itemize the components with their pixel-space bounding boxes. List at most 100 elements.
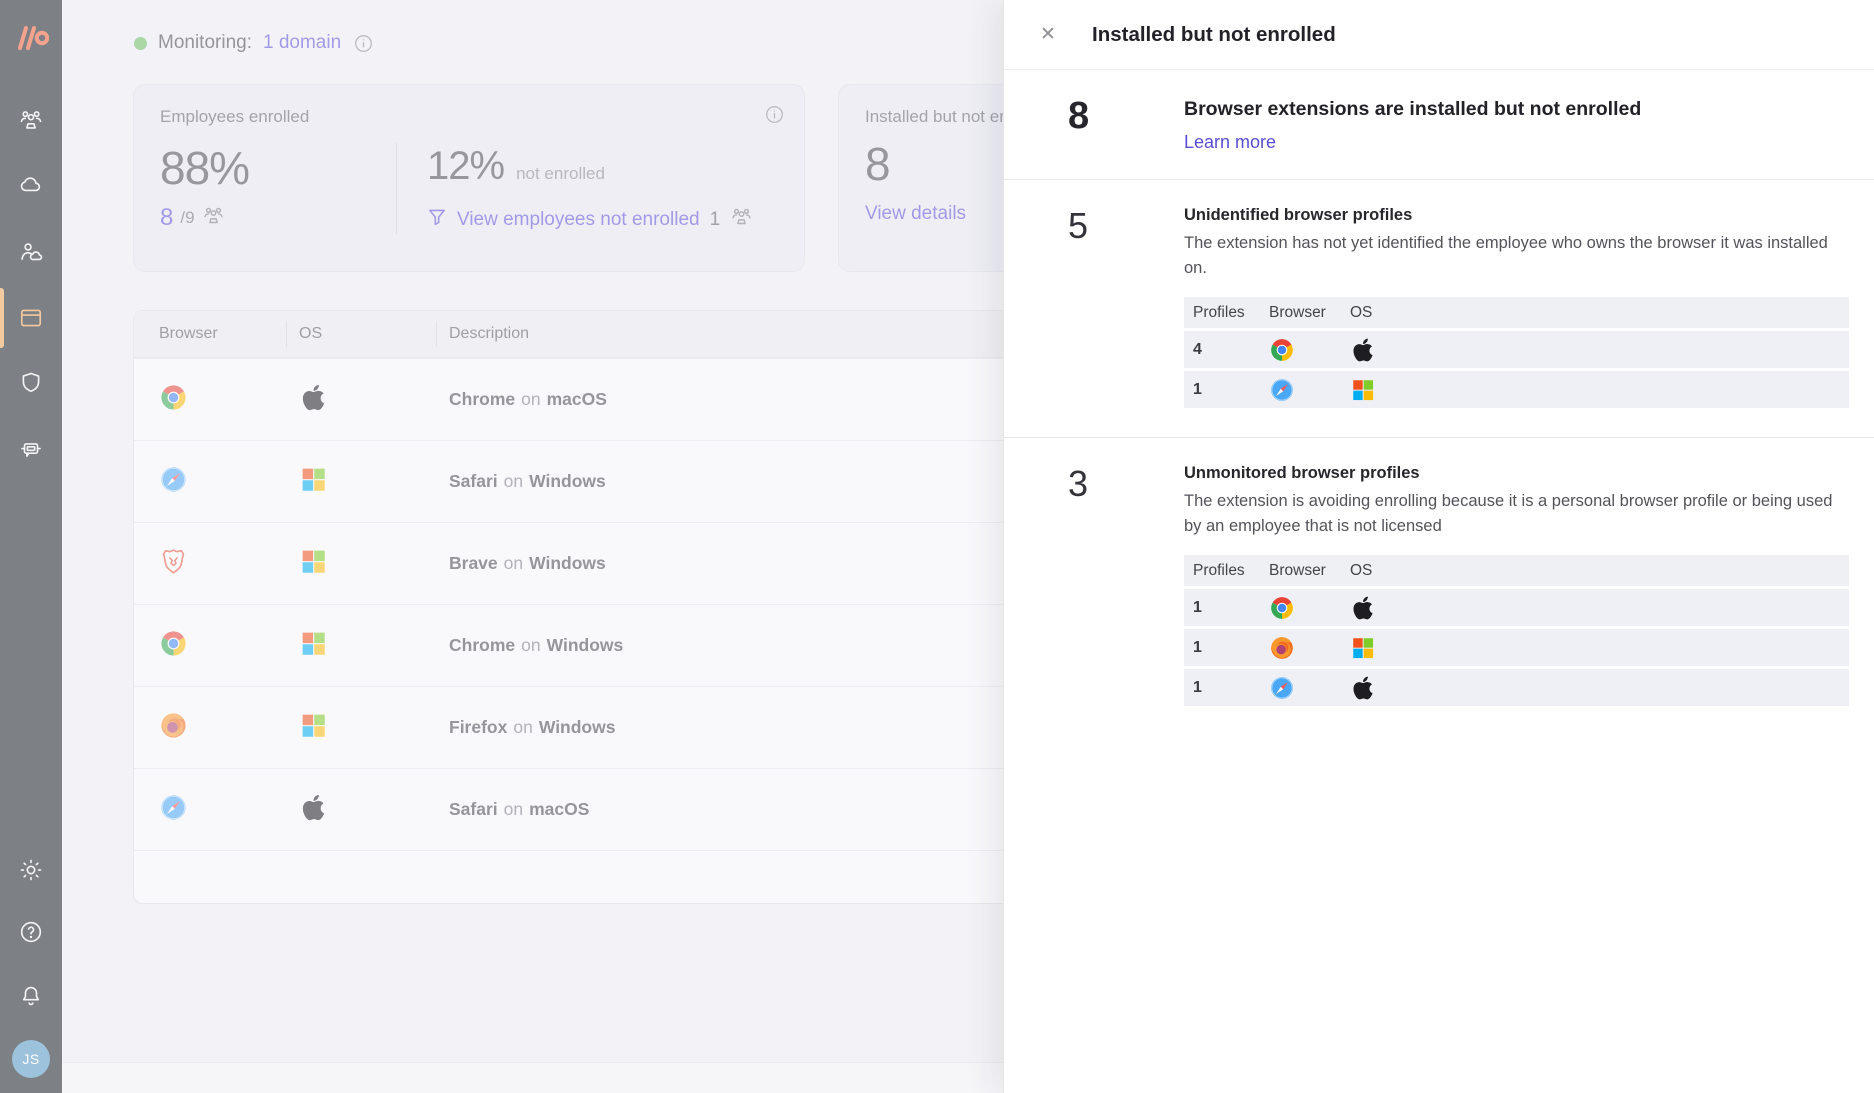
drawer-title: Installed but not enrolled <box>1092 23 1336 47</box>
mini-table-header: Profiles Browser OS <box>1184 297 1849 328</box>
unmonitored-description: The extension is avoiding enrolling beca… <box>1184 489 1839 539</box>
sidebar-item-assistant[interactable] <box>0 426 62 470</box>
col-profiles: Profiles <box>1193 304 1269 322</box>
col-profiles: Profiles <box>1193 562 1269 580</box>
browser-name: Safari <box>449 799 498 819</box>
cloud-icon <box>18 172 44 198</box>
sidebar-item-cloud[interactable] <box>0 163 62 207</box>
browser-name: Firefox <box>449 717 507 737</box>
profiles-count: 1 <box>1193 599 1269 617</box>
safari-icon <box>1269 675 1295 701</box>
mini-table-row: 1 <box>1184 589 1849 626</box>
chrome-icon <box>1269 337 1295 363</box>
os-name: Windows <box>547 635 624 655</box>
person-cloud-icon <box>18 239 44 265</box>
os-name: macOS <box>529 799 589 819</box>
sidebar-item-help[interactable] <box>0 910 62 954</box>
mini-table-row: 1 <box>1184 629 1849 666</box>
enrolled-total: /9 <box>180 208 194 228</box>
conjunction: on <box>513 717 532 737</box>
conjunction: on <box>504 799 523 819</box>
firefox-icon <box>1269 635 1295 661</box>
chrome-icon <box>159 383 188 412</box>
windows-icon <box>299 465 328 494</box>
os-name: Windows <box>529 471 606 491</box>
monitoring-domain-link[interactable]: 1 domain <box>263 32 341 54</box>
learn-more-link[interactable]: Learn more <box>1184 132 1276 153</box>
summary-count: 8 <box>1068 94 1184 153</box>
sidebar-item-employees[interactable] <box>0 98 62 142</box>
browser-name: Safari <box>449 471 498 491</box>
robot-icon <box>18 435 44 461</box>
col-os: OS <box>299 325 449 343</box>
monitoring-label: Monitoring: <box>158 32 252 54</box>
monitoring-status: Monitoring: 1 domain <box>134 32 373 54</box>
enrolled-count: 8 <box>160 204 173 232</box>
windows-icon <box>1350 635 1376 661</box>
safari-icon <box>1269 377 1295 403</box>
app-window: JS Monitoring: 1 domain Employees enroll… <box>0 0 1874 1093</box>
help-icon <box>18 919 44 945</box>
profiles-count: 4 <box>1193 341 1269 359</box>
not-enrolled-percent: 12% <box>427 143 504 189</box>
drawer-header: ✕ Installed but not enrolled <box>1004 0 1874 70</box>
windows-icon <box>1350 377 1376 403</box>
windows-icon <box>299 547 328 576</box>
profiles-count: 1 <box>1193 381 1269 399</box>
apple-icon <box>299 793 328 822</box>
browser-window-icon <box>18 305 44 331</box>
sidebar-item-security[interactable] <box>0 361 62 405</box>
col-os: OS <box>1350 562 1849 580</box>
sidebar-item-identities[interactable] <box>0 230 62 274</box>
unidentified-count: 5 <box>1068 204 1184 411</box>
info-icon[interactable] <box>765 105 784 129</box>
info-icon[interactable] <box>354 34 373 53</box>
conjunction: on <box>521 389 540 409</box>
browser-name: Brave <box>449 553 498 573</box>
summary-section: 8 Browser extensions are installed but n… <box>1004 70 1874 180</box>
chrome-icon <box>1269 595 1295 621</box>
group-icon <box>18 107 44 133</box>
user-avatar[interactable]: JS <box>12 1040 50 1078</box>
os-name: Windows <box>529 553 606 573</box>
enrolled-percent: 88% <box>160 143 396 194</box>
employees-enrolled-card: Employees enrolled 88% 8 /9 <box>133 84 805 272</box>
profiles-count: 1 <box>1193 679 1269 697</box>
not-enrolled-count: 1 <box>710 209 721 231</box>
filter-funnel-icon <box>427 207 447 233</box>
close-icon[interactable]: ✕ <box>1040 25 1070 44</box>
apple-icon <box>1350 337 1376 363</box>
os-name: macOS <box>547 389 607 409</box>
safari-icon <box>159 465 188 494</box>
apple-icon <box>1350 675 1376 701</box>
unmonitored-heading: Unmonitored browser profiles <box>1184 462 1849 483</box>
summary-heading: Browser extensions are installed but not… <box>1184 94 1844 121</box>
chrome-icon <box>159 629 188 658</box>
unidentified-heading: Unidentified browser profiles <box>1184 204 1849 225</box>
gear-icon <box>18 857 44 883</box>
brave-icon <box>159 547 188 576</box>
col-browser: Browser <box>1269 562 1350 580</box>
col-os: OS <box>1350 304 1849 322</box>
browser-name: Chrome <box>449 389 515 409</box>
windows-icon <box>299 629 328 658</box>
view-not-enrolled-link[interactable]: View employees not enrolled <box>457 209 700 231</box>
installed-not-enrolled-drawer: ✕ Installed but not enrolled 8 Browser e… <box>1003 0 1874 1093</box>
browser-name: Chrome <box>449 635 515 655</box>
unidentified-section: 5 Unidentified browser profiles The exte… <box>1004 180 1874 438</box>
apple-icon <box>299 383 328 412</box>
unmonitored-section: 3 Unmonitored browser profiles The exten… <box>1004 438 1874 735</box>
shield-icon <box>18 370 44 396</box>
apple-icon <box>1350 595 1376 621</box>
mini-table-row: 1 <box>1184 669 1849 706</box>
sidebar-item-settings[interactable] <box>0 848 62 892</box>
status-dot <box>134 37 147 50</box>
sidebar-item-browsers[interactable] <box>0 296 62 340</box>
app-logo-icon[interactable] <box>13 26 49 55</box>
unmonitored-count: 3 <box>1068 462 1184 709</box>
sidebar-item-notifications[interactable] <box>0 974 62 1018</box>
mini-table-row: 1 <box>1184 371 1849 408</box>
conjunction: on <box>504 471 523 491</box>
sidebar: JS <box>0 0 62 1093</box>
unmonitored-table: Profiles Browser OS 1 1 <box>1184 555 1849 706</box>
